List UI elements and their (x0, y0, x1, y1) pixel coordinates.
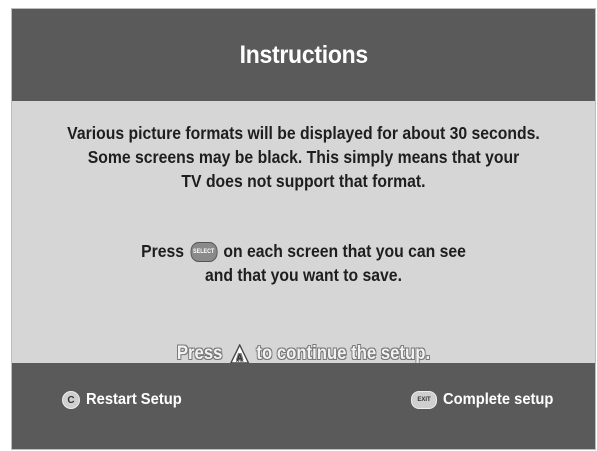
a-triangle-icon: A (229, 343, 250, 364)
continue-instruction: to continue the setup. (256, 343, 431, 364)
complete-setup-label: Complete setup (442, 391, 554, 408)
select-instruction: on each screen that you can see (223, 241, 466, 261)
complete-setup-button[interactable]: EXIT Complete setup (410, 391, 563, 409)
c-button-icon: C (62, 391, 80, 409)
info-line-3: TV does not support that format. (181, 171, 426, 191)
select-paragraph: Press SELECT on each screen that you can… (41, 239, 566, 287)
footer-bar: C Restart Setup EXIT Complete setup (12, 363, 595, 449)
select-button-icon: SELECT (190, 242, 218, 263)
exit-button-icon: EXIT (410, 391, 437, 409)
continue-press-word: Press (176, 343, 223, 364)
header-bar: Instructions (12, 9, 595, 101)
press-word: Press (141, 241, 185, 261)
continue-prompt: Press A to continue the setup. (47, 343, 560, 365)
instructions-content: Various picture formats will be displaye… (12, 101, 595, 365)
a-icon-letter: A (236, 351, 243, 363)
select-line-2: and that you want to save. (205, 265, 402, 285)
page-title: Instructions (239, 40, 368, 69)
restart-setup-button[interactable]: C Restart Setup (62, 391, 190, 409)
info-paragraph: Various picture formats will be displaye… (41, 121, 566, 193)
info-line-2: Some screens may be black. This simply m… (87, 147, 520, 167)
restart-setup-label: Restart Setup (86, 391, 182, 408)
info-line-1: Various picture formats will be displaye… (67, 123, 540, 143)
select-line-1: Press SELECT on each screen that you can… (41, 239, 566, 263)
setup-screen: Instructions Various picture formats wil… (11, 8, 596, 450)
